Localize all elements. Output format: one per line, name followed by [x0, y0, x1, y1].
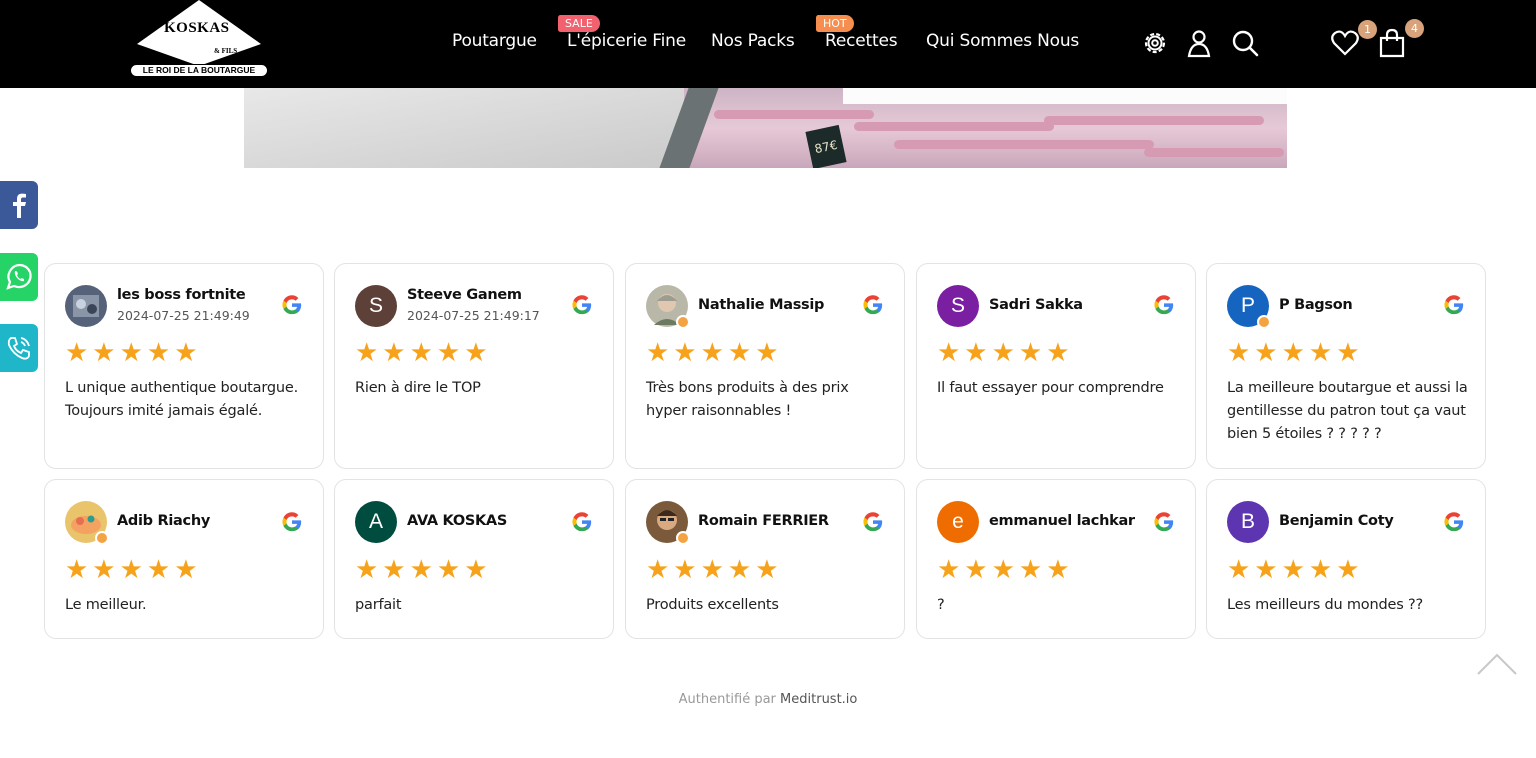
- reviewer-name: Benjamin Coty: [1279, 513, 1394, 529]
- logo-subtext: & FILS: [214, 47, 238, 55]
- review-text: parfait: [355, 597, 402, 613]
- facebook-button[interactable]: [0, 181, 38, 229]
- google-icon: [1154, 512, 1174, 532]
- rating-stars: ★★★★★: [646, 338, 783, 368]
- hot-badge: HOT: [816, 15, 854, 32]
- rating-stars: ★★★★★: [65, 338, 202, 368]
- review-text: Rien à dire le TOP: [355, 380, 481, 396]
- settings-icon[interactable]: [1140, 28, 1170, 58]
- review-card: S Steeve Ganem 2024-07-25 21:49:17 ★★★★★…: [334, 263, 614, 469]
- rating-stars: ★★★★★: [65, 555, 202, 585]
- whatsapp-icon: [6, 263, 32, 290]
- review-text: Les meilleurs du mondes ??: [1227, 597, 1423, 613]
- review-card: Romain FERRIER ★★★★★ Produits excellents: [625, 479, 905, 639]
- bag-icon[interactable]: [1377, 28, 1407, 58]
- review-card: A AVA KOSKAS ★★★★★ parfait: [334, 479, 614, 639]
- review-card: Adib Riachy ★★★★★ Le meilleur.: [44, 479, 324, 639]
- reviewer-name: Nathalie Massip: [698, 297, 825, 313]
- sale-badge: SALE: [558, 15, 600, 32]
- avatar: e: [937, 501, 979, 543]
- wishlist-count: 1: [1358, 20, 1377, 39]
- logo-text: KOSKAS: [164, 20, 230, 36]
- review-card: P P Bagson ★★★★★ La meilleure boutargue …: [1206, 263, 1486, 469]
- avatar: [65, 501, 109, 545]
- google-icon: [863, 295, 883, 315]
- rating-stars: ★★★★★: [355, 338, 492, 368]
- local-guide-badge: [676, 315, 690, 329]
- logo[interactable]: KOSKAS & FILS LE ROI DE LA BOUTARGUE: [128, 0, 270, 80]
- rating-stars: ★★★★★: [1227, 555, 1364, 585]
- nav-item-poutargue[interactable]: Poutargue: [452, 31, 537, 51]
- avatar-initial: P: [1240, 294, 1255, 317]
- google-icon: [863, 512, 883, 532]
- google-icon: [282, 512, 302, 532]
- review-text: ?: [937, 597, 945, 613]
- review-date: 2024-07-25 21:49:17: [407, 308, 540, 323]
- logo-tagline: LE ROI DE LA BOUTARGUE: [130, 64, 268, 77]
- review-text: Le meilleur.: [65, 597, 147, 613]
- reviewer-name: Steeve Ganem: [407, 287, 522, 303]
- avatar: A: [355, 501, 397, 543]
- auth-prefix: Authentifié par: [678, 692, 776, 707]
- avatar: [646, 501, 690, 545]
- reviewer-name: AVA KOSKAS: [407, 513, 508, 529]
- google-icon: [282, 295, 302, 315]
- local-guide-badge: [95, 531, 109, 545]
- google-icon: [1444, 295, 1464, 315]
- google-icon: [572, 295, 592, 315]
- reviewer-name: emmanuel lachkar: [989, 513, 1135, 529]
- avatar: [646, 285, 690, 329]
- rating-stars: ★★★★★: [937, 338, 1074, 368]
- nav-item-recettes[interactable]: Recettes: [825, 31, 898, 51]
- authenticated-by: Authentifié par Meditrust.io: [0, 692, 1536, 707]
- reviewer-name: Romain FERRIER: [698, 513, 829, 529]
- avatar: S: [937, 285, 979, 327]
- review-text: Très bons produits à des prix hyper rais…: [646, 380, 849, 419]
- cart-count: 4: [1405, 19, 1424, 38]
- scroll-top-icon[interactable]: [1477, 652, 1517, 676]
- rating-stars: ★★★★★: [646, 555, 783, 585]
- avatar-photo: [65, 285, 107, 327]
- store-banner-image: 87€: [244, 88, 1287, 168]
- reviewer-name: Sadri Sakka: [989, 297, 1083, 313]
- review-card: B Benjamin Coty ★★★★★ Les meilleurs du m…: [1206, 479, 1486, 639]
- local-guide-badge: [676, 531, 690, 545]
- auth-brand-link[interactable]: Meditrust.io: [780, 692, 857, 707]
- google-icon: [572, 512, 592, 532]
- nav-item-qui-sommes-nous[interactable]: Qui Sommes Nous: [926, 31, 1079, 51]
- rating-stars: ★★★★★: [1227, 338, 1364, 368]
- nav-item-epicerie-fine[interactable]: L'épicerie Fine: [567, 31, 686, 51]
- facebook-icon: [13, 193, 26, 218]
- review-card: S Sadri Sakka ★★★★★ Il faut essayer pour…: [916, 263, 1196, 469]
- search-icon[interactable]: [1230, 28, 1260, 58]
- heart-icon[interactable]: [1330, 28, 1360, 58]
- phone-icon: [7, 337, 30, 360]
- nav-item-nos-packs[interactable]: Nos Packs: [711, 31, 795, 51]
- local-guide-badge: [1257, 315, 1271, 329]
- phone-button[interactable]: [0, 324, 38, 372]
- reviewer-name: les boss fortnite: [117, 287, 246, 303]
- rating-stars: ★★★★★: [937, 555, 1074, 585]
- review-text: La meilleure boutargue et aussi la genti…: [1227, 380, 1468, 442]
- review-card: Nathalie Massip ★★★★★ Très bons produits…: [625, 263, 905, 469]
- avatar: [65, 285, 107, 327]
- avatar: P: [1227, 285, 1271, 329]
- review-text: Produits excellents: [646, 597, 779, 613]
- review-text: L unique authentique boutargue. Toujours…: [65, 380, 298, 419]
- rating-stars: ★★★★★: [355, 555, 492, 585]
- site-header: KOSKAS & FILS LE ROI DE LA BOUTARGUE Pou…: [0, 0, 1536, 88]
- reviewer-name: P Bagson: [1279, 297, 1353, 313]
- review-card: les boss fortnite 2024-07-25 21:49:49 ★★…: [44, 263, 324, 469]
- review-card: e emmanuel lachkar ★★★★★ ?: [916, 479, 1196, 639]
- review-date: 2024-07-25 21:49:49: [117, 308, 250, 323]
- user-icon[interactable]: [1184, 28, 1214, 58]
- google-icon: [1444, 512, 1464, 532]
- google-icon: [1154, 295, 1174, 315]
- whatsapp-button[interactable]: [0, 253, 38, 301]
- avatar: B: [1227, 501, 1269, 543]
- reviewer-name: Adib Riachy: [117, 513, 210, 529]
- review-text: Il faut essayer pour comprendre: [937, 380, 1164, 396]
- avatar: S: [355, 285, 397, 327]
